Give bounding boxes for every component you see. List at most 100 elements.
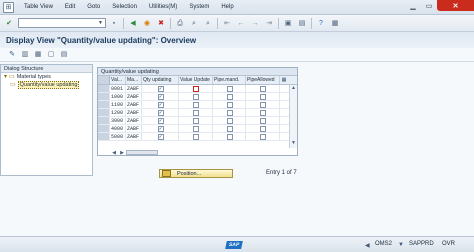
row-selector[interactable] [98,93,110,100]
column-header-pipe-mandatory[interactable]: Pipe.mand. [213,76,246,84]
column-header-material-type[interactable]: Ma... [126,76,142,84]
checkbox-qty-updating[interactable]: ✓ [157,85,164,92]
details-icon[interactable]: ▥ [20,50,30,60]
back-icon[interactable]: ◀ [128,18,138,28]
checkbox-pipe-mandatory[interactable] [226,109,233,116]
column-header-valuation-area[interactable]: Val... [110,76,126,84]
checkbox-value-update[interactable] [193,109,199,116]
toolbar-separator [217,17,218,29]
checkbox-qty-updating[interactable]: ✓ [157,117,164,124]
print-icon[interactable]: ⎙ [175,18,185,28]
maximize-icon[interactable]: ▭ [421,0,437,11]
checkbox-qty-updating[interactable]: ✓ [157,109,164,116]
checkbox-qty-updating[interactable]: ✓ [157,133,164,140]
checkbox-value-update[interactable] [193,117,199,124]
column-header-pipe-allowed[interactable]: PipeAllowed [246,76,280,84]
row-selector[interactable] [98,109,110,116]
system-info-dropdown-icon[interactable]: ▼ [398,242,404,248]
checkbox-pipe-mandatory[interactable] [226,125,233,132]
checkbox-value-update[interactable] [193,125,199,132]
checkbox-pipe-mandatory[interactable] [226,85,233,92]
find-next-icon[interactable]: ⌕ [203,18,213,28]
layout-icon[interactable]: ▦ [330,18,340,28]
command-dropdown-icon[interactable]: ▼ [96,19,105,27]
row-selector[interactable] [98,85,110,92]
minimize-icon[interactable]: ▁ [405,0,421,11]
table-row[interactable]: 5000 ZABF ✓ [98,133,297,141]
table-row[interactable]: 3000 ZABF ✓ [98,117,297,125]
save-icon[interactable]: ▪ [109,18,119,28]
command-input[interactable] [19,19,97,27]
checkbox-pipe-mandatory[interactable] [226,93,233,100]
checkbox-pipe-allowed[interactable] [260,93,266,100]
status-toggle-icon[interactable]: ◀ [365,242,370,249]
menu-selection[interactable]: Selection [112,4,137,10]
checkbox-qty-updating[interactable]: ✓ [157,93,164,100]
prev-page-icon[interactable]: ← [236,18,246,28]
select-block-icon[interactable]: ▤ [59,50,69,60]
first-page-icon[interactable]: ⇤ [222,18,232,28]
checkbox-pipe-allowed[interactable] [260,109,266,116]
table-row[interactable]: 1200 ZABF ✓ [98,109,297,117]
horizontal-scrollbar[interactable]: ◀ ▶ [110,149,289,156]
tree-node-quantity-value-updating[interactable]: ▭ Quantity/value updating [1,81,92,89]
last-page-icon[interactable]: ⇥ [264,18,274,28]
table-row[interactable]: 0001 ZABF ✓ [98,85,297,93]
scroll-right-icon[interactable]: ▶ [118,150,126,156]
exit-icon[interactable]: ◉ [142,18,152,28]
column-header-qty-updating[interactable]: Qty updating [142,76,179,84]
enter-icon[interactable]: ✔ [4,18,14,28]
select-all-cell[interactable] [98,76,110,84]
menu-system[interactable]: System [189,4,209,10]
command-field[interactable]: ▼ [18,18,106,28]
scroll-down-icon[interactable]: ▼ [290,140,297,146]
checkbox-value-update[interactable] [193,85,199,92]
shortcut-icon[interactable]: ▤ [297,18,307,28]
close-icon[interactable]: ✕ [437,0,474,11]
menu-table-view[interactable]: Table View [24,4,53,10]
checkbox-pipe-allowed[interactable] [260,133,266,140]
help-icon[interactable]: ? [316,18,326,28]
checkbox-pipe-allowed[interactable] [260,117,266,124]
checkbox-qty-updating[interactable]: ✓ [157,101,164,108]
checkbox-qty-updating[interactable]: ✓ [157,125,164,132]
row-selector[interactable] [98,117,110,124]
checkbox-pipe-allowed[interactable] [260,101,266,108]
change-display-icon[interactable]: ✎ [7,50,17,60]
cancel-icon[interactable]: ✖ [156,18,166,28]
checkbox-pipe-allowed[interactable] [260,85,266,92]
row-selector[interactable] [98,125,110,132]
tree-node-material-types[interactable]: ▾ ▭ Material types [1,73,92,81]
checkbox-value-update[interactable] [193,101,199,108]
checkbox-pipe-mandatory[interactable] [226,101,233,108]
row-selector[interactable] [98,133,110,140]
menu-help[interactable]: Help [221,4,233,10]
menu-goto[interactable]: Goto [87,4,100,10]
checkbox-pipe-mandatory[interactable] [226,133,233,140]
menu-utilities[interactable]: Utilities(M) [149,4,177,10]
position-button[interactable]: Position... [159,169,233,178]
sap-menu-icon[interactable]: ⊞ [3,1,14,13]
table-settings-icon[interactable]: ▦ [280,76,288,84]
column-header-value-update[interactable]: Value Update [179,76,213,84]
toolbar-separator [170,17,171,29]
new-session-icon[interactable]: ▣ [283,18,293,28]
checkbox-pipe-allowed[interactable] [260,125,266,132]
row-selector[interactable] [98,101,110,108]
table-row[interactable]: 1000 ZABF ✓ [98,93,297,101]
select-all-icon[interactable]: ▦ [33,50,43,60]
scrollbar-thumb[interactable] [126,150,158,155]
scroll-left-icon[interactable]: ◀ [110,150,118,156]
scroll-up-icon[interactable]: ▲ [290,85,297,91]
menu-edit[interactable]: Edit [65,4,75,10]
find-icon[interactable]: ⌕ [189,18,199,28]
table-row[interactable]: 1100 ZABF ✓ [98,101,297,109]
table-row[interactable]: 4000 ZABF ✓ [98,125,297,133]
status-mode[interactable]: OVR [442,241,455,247]
vertical-scrollbar[interactable]: ▲ ▼ [289,85,297,148]
checkbox-pipe-mandatory[interactable] [226,117,233,124]
deselect-all-icon[interactable]: ▢ [46,50,56,60]
checkbox-value-update[interactable] [193,133,199,140]
next-page-icon[interactable]: → [250,18,260,28]
checkbox-value-update[interactable] [193,93,199,100]
